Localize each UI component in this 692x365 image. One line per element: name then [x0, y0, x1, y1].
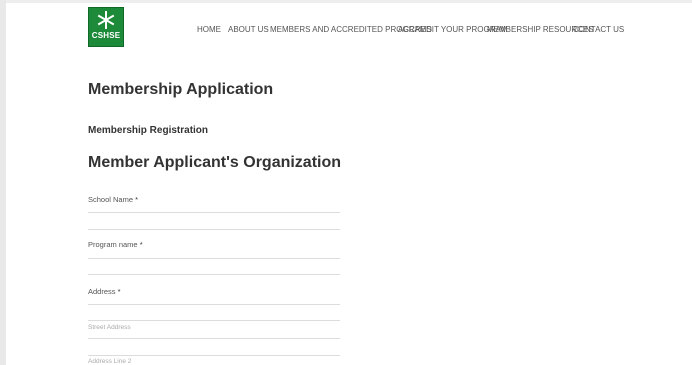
field-divider — [88, 229, 340, 230]
address-line-2-input[interactable] — [88, 351, 340, 365]
nav-contact-us[interactable]: CONTACT US — [573, 25, 624, 34]
program-name-input[interactable] — [88, 244, 340, 258]
field-divider — [88, 320, 340, 321]
program-name-underline — [88, 258, 340, 259]
field-divider — [88, 274, 340, 275]
nav-about-us[interactable]: ABOUT US — [228, 25, 269, 34]
nav-home[interactable]: HOME — [197, 25, 221, 34]
address-underline — [88, 304, 340, 305]
cshse-logo[interactable]: CSHSE — [88, 7, 124, 47]
school-name-input[interactable] — [88, 198, 340, 212]
street-address-input[interactable] — [88, 322, 340, 336]
logo-text: CSHSE — [91, 31, 121, 40]
address-input[interactable] — [88, 290, 340, 304]
page-subtitle: Membership Registration — [88, 125, 209, 136]
street-address-underline — [88, 338, 340, 339]
page-title: Membership Application — [88, 81, 274, 98]
school-name-underline — [88, 212, 340, 213]
section-title: Member Applicant's Organization — [88, 154, 342, 171]
snowflake-icon — [97, 11, 115, 29]
